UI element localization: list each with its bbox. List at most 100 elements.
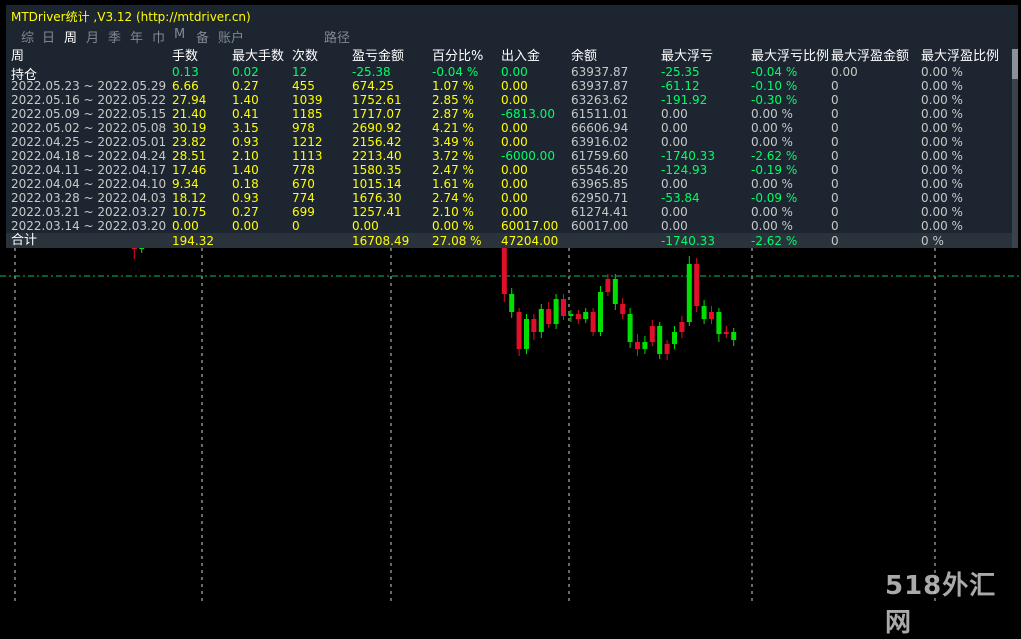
- table-row-cell: 0.00: [661, 177, 688, 191]
- column-header[interactable]: 次数: [292, 49, 318, 64]
- candle-body: [657, 326, 663, 354]
- table-row-cell: -0.19 %: [751, 163, 798, 177]
- table-row-cell: -0.30 %: [751, 93, 798, 107]
- tab-5[interactable]: 年: [130, 27, 143, 46]
- table-row-cell: -61.12: [661, 79, 700, 93]
- column-header[interactable]: 最大浮亏: [661, 49, 713, 64]
- tab-9[interactable]: 账户: [218, 27, 244, 46]
- table-row-cell: 0: [831, 93, 839, 107]
- position-row-cell: -25.38: [352, 65, 391, 79]
- table-row-cell: 2.10: [232, 149, 259, 163]
- tab-6[interactable]: 巾: [152, 27, 165, 46]
- table-row-cell: 0: [831, 149, 839, 163]
- candle-body: [553, 299, 559, 324]
- table-row-cell: 0.00 %: [921, 121, 963, 135]
- table-row-cell: 30.19: [172, 121, 207, 135]
- table-row-cell: 0.93: [232, 135, 259, 149]
- table-row-cell: 2022.05.23 ~ 2022.05.29: [11, 79, 167, 93]
- table-row-cell: 18.12: [172, 191, 207, 205]
- table-row-cell: 63937.87: [571, 79, 629, 93]
- table-row-cell: 0.27: [232, 79, 259, 93]
- total-row-cell: 27.08 %: [432, 234, 482, 248]
- table-row-cell: 0.00: [172, 219, 199, 233]
- tab-4[interactable]: 季: [108, 27, 121, 46]
- table-row-cell: 60017.00: [501, 219, 559, 233]
- tab-3[interactable]: 月: [86, 27, 99, 46]
- candle-body: [694, 264, 700, 306]
- tab-0[interactable]: 综: [21, 27, 34, 46]
- column-header[interactable]: 盈亏金额: [352, 49, 404, 64]
- column-header[interactable]: 最大浮盈金额: [831, 49, 909, 64]
- candle-body: [598, 292, 603, 332]
- table-row-cell: 0.00 %: [921, 177, 963, 191]
- table-row-cell: 2022.05.09 ~ 2022.05.15: [11, 107, 167, 121]
- position-row-cell: 0.00: [501, 65, 528, 79]
- table-row-cell: 0: [831, 79, 839, 93]
- total-row-cell: 194.32: [172, 234, 214, 248]
- tab-1[interactable]: 日: [42, 27, 55, 46]
- table-row-cell: 2.47 %: [432, 163, 474, 177]
- scrollbar-thumb[interactable]: [1012, 49, 1018, 79]
- table-row-cell: 0.00 %: [921, 149, 963, 163]
- table-row-cell: 3.15: [232, 121, 259, 135]
- candle-body: [516, 312, 522, 349]
- candle-body: [672, 332, 677, 344]
- table-row-cell: 65546.20: [571, 163, 629, 177]
- table-row-cell: 1580.35: [352, 163, 402, 177]
- table-row-cell: 61511.01: [571, 107, 629, 121]
- table-row-cell: 0.00: [661, 205, 688, 219]
- table-row-cell: 0: [831, 107, 839, 121]
- table-row-cell: -2.62 %: [751, 149, 798, 163]
- table-row-cell: 0.00 %: [751, 135, 793, 149]
- table-row-cell: 62950.71: [571, 191, 629, 205]
- column-header[interactable]: 余额: [571, 49, 597, 64]
- column-header[interactable]: 周: [11, 49, 24, 64]
- table-row-cell: 2690.92: [352, 121, 402, 135]
- table-row-cell: 0: [831, 135, 839, 149]
- table-row-cell: 2.87 %: [432, 107, 474, 121]
- table-row-cell: 670: [292, 177, 315, 191]
- column-header[interactable]: 最大手数: [232, 49, 284, 64]
- table-row-cell: 778: [292, 163, 315, 177]
- stats-panel: MTDriver统计 ,V3.12 (http://mtdriver.cn) 综…: [6, 5, 1018, 248]
- table-row-cell: 17.46: [172, 163, 207, 177]
- table-row-cell: 63965.85: [571, 177, 629, 191]
- column-header[interactable]: 手数: [172, 49, 198, 64]
- table-row-cell: 0: [831, 177, 839, 191]
- position-row-cell: 12: [292, 65, 308, 79]
- table-row-cell: 6.66: [172, 79, 199, 93]
- table-row-cell: 2213.40: [352, 149, 402, 163]
- column-header[interactable]: 最大浮亏比例: [751, 49, 829, 64]
- table-row-cell: 1039: [292, 93, 323, 107]
- total-row-cell: -1740.33: [661, 234, 715, 248]
- position-row-cell: -0.04 %: [432, 65, 479, 79]
- tab-7[interactable]: M: [174, 27, 185, 42]
- total-row-cell: -2.62 %: [751, 234, 798, 248]
- candle-body: [679, 322, 685, 332]
- table-row-cell: 1752.61: [352, 93, 402, 107]
- column-header[interactable]: 百分比%: [432, 49, 483, 64]
- table-row-cell: -1740.33: [661, 149, 715, 163]
- tab-8[interactable]: 备: [196, 27, 209, 46]
- candle-body: [575, 314, 581, 319]
- table-row-cell: 0.00: [501, 93, 528, 107]
- candle-body: [590, 312, 596, 332]
- table-scrollbar[interactable]: [1012, 49, 1018, 248]
- column-header[interactable]: 出入金: [501, 49, 540, 64]
- table-row-cell: 1185: [292, 107, 323, 121]
- candle-body: [709, 312, 714, 319]
- table-row-cell: 2156.42: [352, 135, 402, 149]
- candle-body: [723, 332, 729, 334]
- table-row-cell: 0: [831, 205, 839, 219]
- table-row-cell: 61759.60: [571, 149, 629, 163]
- column-header[interactable]: 最大浮盈比例: [921, 49, 999, 64]
- table-row-cell: 1717.07: [352, 107, 402, 121]
- table-row-cell: 0.00: [661, 121, 688, 135]
- candle-body: [524, 319, 529, 349]
- tab-2[interactable]: 周: [64, 27, 77, 46]
- candle-body: [568, 314, 574, 316]
- tab-10[interactable]: 路径: [324, 27, 350, 46]
- table-row-cell: 0.00 %: [921, 107, 963, 121]
- table-row-cell: 63916.02: [571, 135, 629, 149]
- total-row-cell: 0: [831, 234, 839, 248]
